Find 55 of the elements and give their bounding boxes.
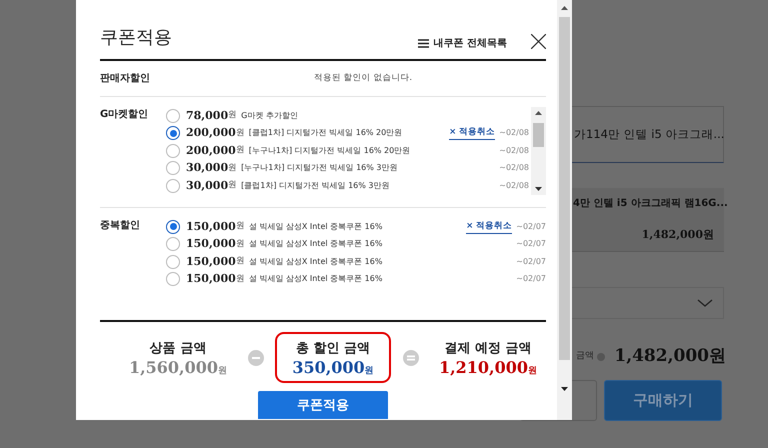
summary-label: 상품 금액: [148, 340, 208, 358]
coupon-name: 설 빅세일 삼성X Intel 중복쿠폰 16%: [248, 273, 382, 286]
coupon-amount: 150,000: [186, 218, 236, 234]
currency-unit: 원: [236, 144, 245, 158]
coupon-name: 설 빅세일 삼성X Intel 중복쿠폰 16%: [248, 220, 382, 233]
currency-unit: 원: [236, 126, 245, 140]
cancel-coupon-link[interactable]: × 적용취소: [466, 220, 512, 234]
expiry-date: ~02/07: [516, 256, 546, 267]
section-label: G마켓할인: [100, 108, 150, 122]
expiry-date: ~02/07: [516, 222, 546, 232]
summary-amount: 1,560,000원: [128, 358, 228, 376]
coupon-name: 설 빅세일 삼성X Intel 중복쿠폰 16%: [248, 238, 382, 250]
coupon-amount: 150,000: [186, 254, 236, 270]
expiry-date: ~02/08: [499, 128, 529, 138]
coupon-amount: 150,000: [186, 236, 236, 252]
currency-unit: 원: [236, 238, 245, 251]
currency-unit: 원: [228, 162, 238, 175]
expiry-date: ~02/08: [499, 163, 529, 174]
apply-coupon-button[interactable]: 쿠폰적용: [258, 391, 388, 420]
summary-amount: 350,000원: [291, 358, 375, 376]
select-value: 가114만 인텔 i5 아크그래...: [574, 126, 724, 143]
total-label: 금액: [576, 350, 594, 363]
currency-unit: 원: [236, 255, 245, 268]
modal-title: 쿠폰적용: [100, 26, 172, 50]
coupon-name: [누구나1차] 디지털가전 빅세일 16% 3만원: [241, 162, 398, 174]
total-price: 1,482,000원: [614, 345, 726, 368]
currency-unit: 원: [236, 272, 245, 286]
summary-label: 결제 예정 금액: [443, 340, 533, 358]
no-discount-message: 적용된 할인이 없습니다.: [314, 72, 412, 85]
coupon-amount: 78,000: [186, 108, 228, 124]
coupon-amount: 30,000: [186, 178, 228, 194]
summary-label: 총 할인 금액: [294, 340, 372, 358]
currency-unit: 원: [236, 220, 245, 234]
coupon-amount: 150,000: [186, 271, 236, 287]
coupon-amount: 200,000: [186, 125, 236, 141]
coupon-amount: 30,000: [186, 160, 228, 176]
item-name: 4만 인텔 i5 아크그래픽 램16G...: [573, 197, 728, 211]
cancel-coupon-link[interactable]: × 적용취소: [449, 126, 496, 140]
section-label: 중복할인: [100, 219, 141, 233]
summary-amount: 1,210,000원: [438, 358, 538, 376]
expiry-date: ~02/07: [516, 239, 546, 250]
coupon-amount: 200,000: [186, 142, 236, 158]
coupon-name: 설 빅세일 삼성X Intel 중복쿠폰 16%: [248, 256, 382, 268]
currency-unit: 원: [228, 179, 238, 192]
currency-unit: 원: [228, 109, 238, 122]
coupon-name: [클럽1차] 디지털가전 빅세일 16% 20만원: [248, 127, 402, 140]
section-label: 판매자할인: [100, 72, 151, 86]
coupon-list-link[interactable]: 내쿠폰 전체목록: [418, 36, 507, 51]
coupon-name: G마켓 추가할인: [241, 110, 298, 122]
expiry-date: ~02/07: [516, 274, 546, 284]
expiry-date: ~02/08: [499, 180, 529, 191]
coupon-name: [누구나1차] 디지털가전 빅세일 16% 20만원: [248, 144, 410, 157]
expiry-date: ~02/08: [499, 146, 529, 156]
item-price: 1,482,000원: [640, 227, 714, 243]
coupon-name: [클럽1차] 디지털가전 빅세일 16% 3만원: [241, 180, 390, 192]
